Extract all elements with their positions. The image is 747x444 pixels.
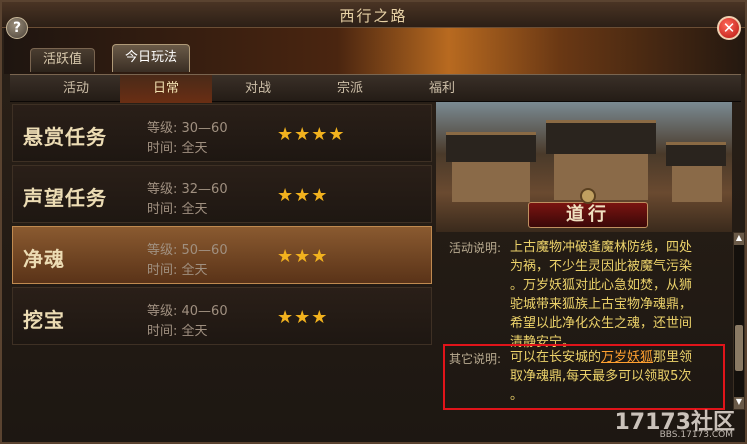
sub-tab-bar: 活动 日常 对战 宗派 福利 [10, 74, 741, 103]
task-level: 等级: 30—60 [147, 121, 228, 136]
activity-desc-line: 希望以此净化众生之魂，还世间 [510, 316, 693, 331]
tab-activity-value[interactable]: 活跃值 [30, 48, 96, 72]
tab-today[interactable]: 今日玩法 [112, 44, 191, 72]
task-level: 等级: 40—60 [147, 304, 228, 319]
subtab-sect[interactable]: 宗派 [304, 75, 396, 103]
task-time: 时间: 全天 [147, 263, 208, 278]
subtab-welfare[interactable]: 福利 [396, 75, 488, 103]
category-emblem: 道行 [528, 188, 648, 232]
subtab-activity[interactable]: 活动 [30, 75, 122, 103]
subtab-daily[interactable]: 日常 [120, 75, 212, 103]
activity-desc-line: 。万岁妖狐对此心急如焚，从狮 [510, 278, 693, 293]
activity-desc-line: 上古魔物冲破逢魔林防线，四处 [510, 240, 693, 255]
task-level: 等级: 50—60 [147, 243, 228, 258]
activity-desc-label: 活动说明: [449, 241, 502, 255]
help-icon[interactable]: ? [6, 17, 28, 39]
star-rating: ★★★★ [277, 124, 346, 145]
star-rating: ★★★ [277, 185, 329, 206]
other-desc-text: 那里领 [653, 350, 693, 365]
close-icon[interactable]: ✕ [717, 16, 741, 40]
other-desc-line: 取净魂鼎,每天最多可以领取5次 [510, 369, 692, 384]
star-rating: ★★★ [277, 246, 329, 267]
other-desc-label: 其它说明: [449, 352, 502, 366]
task-row[interactable]: 悬赏任务 等级: 30—60 时间: 全天 ★★★★ [12, 104, 432, 162]
task-row[interactable]: 挖宝 等级: 40—60 时间: 全天 ★★★ [12, 287, 432, 345]
scroll-thumb[interactable] [735, 325, 743, 371]
task-level: 等级: 32—60 [147, 182, 228, 197]
activity-desc-line: 驼城带来狐族上古宝物净魂鼎， [510, 297, 693, 312]
scroll-up-icon[interactable]: ▲ [734, 233, 744, 245]
other-desc-text: 可以在长安城的 [510, 350, 602, 365]
task-row-selected[interactable]: 净魂 等级: 50—60 时间: 全天 ★★★ [12, 226, 432, 284]
task-time: 时间: 全天 [147, 141, 208, 156]
other-desc-line: 。 [510, 388, 524, 403]
task-time: 时间: 全天 [147, 324, 208, 339]
task-name: 挖宝 [23, 308, 65, 332]
watermark-url: BBS.17173.COM [659, 430, 733, 440]
window-title: 西行之路 [339, 7, 408, 25]
detail-scrollbar[interactable]: ▲ ▼ [733, 232, 745, 410]
task-time: 时间: 全天 [147, 202, 208, 217]
task-name: 净魂 [23, 247, 65, 271]
activity-desc-line: 为祸，不少生灵因此被魔气污染 [510, 259, 693, 274]
game-window: 西行之路 ? ✕ 活跃值 今日玩法 活动 日常 对战 宗派 福利 悬赏任务 等级… [0, 0, 747, 444]
scroll-down-icon[interactable]: ▼ [734, 397, 744, 409]
npc-link[interactable]: 万岁妖狐 [601, 350, 653, 365]
other-desc-line: 可以在长安城的万岁妖狐那里领 [510, 348, 692, 367]
title-bar: 西行之路 [2, 2, 745, 28]
category-emblem-label: 道行 [566, 204, 610, 225]
task-list: 悬赏任务 等级: 30—60 时间: 全天 ★★★★ 声望任务 等级: 32—6… [12, 104, 432, 442]
task-name: 声望任务 [23, 186, 107, 210]
subtab-battle[interactable]: 对战 [212, 75, 304, 103]
task-row[interactable]: 声望任务 等级: 32—60 时间: 全天 ★★★ [12, 165, 432, 223]
star-rating: ★★★ [277, 307, 329, 328]
task-name: 悬赏任务 [23, 125, 107, 149]
